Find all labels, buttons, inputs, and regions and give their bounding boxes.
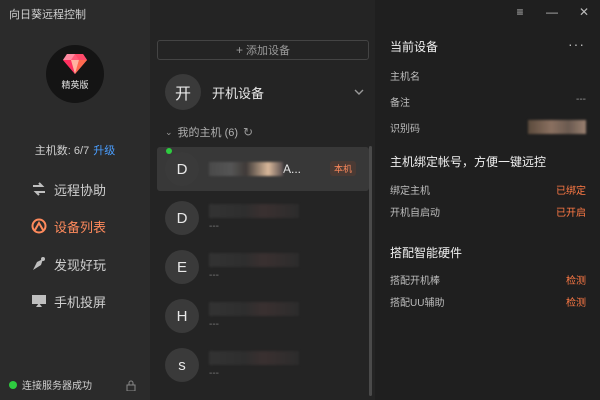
chevron-down-icon: ⌄ <box>165 126 173 137</box>
list-item[interactable]: D A... 本机 <box>157 147 369 191</box>
lock-icon[interactable] <box>126 380 136 391</box>
note-row[interactable]: 备注 --- <box>390 94 586 109</box>
app-title: 向日葵远程控制 <box>9 9 86 21</box>
uu-assist-row[interactable]: 搭配UU辅助 检测 <box>390 294 586 309</box>
group-avatar: 开 <box>165 74 201 110</box>
nav-discover[interactable]: 发现好玩 <box>30 253 106 275</box>
remote-assist-icon <box>30 180 48 198</box>
upgrade-link[interactable]: 升级 <box>93 145 115 157</box>
device-list-icon <box>30 217 48 235</box>
list-item[interactable]: H --- <box>157 294 369 338</box>
group-power-on-devices[interactable]: 开 开机设备 <box>165 74 365 110</box>
bind-section-title: 主机绑定帐号，方便一键远控 <box>390 155 547 169</box>
nav-device-list[interactable]: 设备列表 <box>30 215 106 237</box>
uu-assist-check[interactable]: 检测 <box>566 294 586 309</box>
device-name <box>209 301 299 317</box>
redacted-name <box>209 302 299 316</box>
boot-stick-row[interactable]: 搭配开机棒 检测 <box>390 272 586 287</box>
window-controls: ≡ — ✕ <box>504 0 600 24</box>
device-avatar: E <box>165 250 199 284</box>
plus-icon: + <box>235 43 243 57</box>
edition-label: 精英版 <box>61 80 89 90</box>
list-item[interactable]: E --- <box>157 245 369 289</box>
status-online-dot <box>9 380 17 389</box>
autostart-status[interactable]: 已开启 <box>556 204 586 219</box>
close-icon[interactable]: ✕ <box>568 0 600 24</box>
nav-screen-cast[interactable]: 手机投屏 <box>30 290 106 312</box>
minimize-icon[interactable]: — <box>536 0 568 24</box>
chevron-down-icon[interactable] <box>353 86 365 98</box>
device-note: --- <box>209 368 219 379</box>
device-avatar: D <box>165 201 199 235</box>
device-avatar: s <box>165 348 199 382</box>
add-device-button[interactable]: + 添加设备 <box>157 40 369 60</box>
bind-host-row[interactable]: 绑定主机 已绑定 <box>390 182 586 197</box>
device-note: --- <box>209 221 219 232</box>
sidebar: 向日葵远程控制 精英版 主机数: 6/7 升级 远程协助 设备列表 发现好玩 手… <box>0 0 150 400</box>
screen-cast-icon <box>30 292 48 310</box>
note-value: --- <box>576 94 586 105</box>
device-list-panel: + 添加设备 开 开机设备 ⌄ 我的主机 (6) ↻ D A... 本机 D -… <box>150 0 375 400</box>
list-item[interactable]: D --- <box>157 196 369 240</box>
device-note: --- <box>209 319 219 330</box>
redacted-name <box>209 351 299 365</box>
device-avatar: D <box>165 152 199 186</box>
menu-icon[interactable]: ≡ <box>504 0 536 24</box>
device-name <box>209 350 299 366</box>
diamond-icon <box>63 54 87 74</box>
redacted-name <box>209 204 299 218</box>
scrollbar[interactable] <box>369 146 372 396</box>
redacted-name <box>209 162 283 176</box>
redacted-id <box>528 120 586 134</box>
device-avatar: H <box>165 299 199 333</box>
device-detail-panel: ≡ — ✕ 当前设备 ··· 主机名 备注 --- 识别码 主机绑定帐号，方便一… <box>375 0 600 400</box>
autostart-row[interactable]: 开机自启动 已开启 <box>390 204 586 219</box>
this-pc-badge: 本机 <box>330 161 357 176</box>
id-row: 识别码 <box>390 120 586 135</box>
list-item[interactable]: s --- <box>157 343 369 387</box>
subgroup-my-hosts[interactable]: ⌄ 我的主机 (6) ↻ <box>165 124 253 140</box>
group-title: 开机设备 <box>212 85 265 101</box>
discover-icon <box>30 255 48 273</box>
device-name: A... <box>209 161 301 177</box>
connection-status: 连接服务器成功 <box>9 377 92 392</box>
online-indicator <box>166 148 172 154</box>
hostname-row: 主机名 <box>390 72 420 83</box>
device-name <box>209 203 299 219</box>
host-count: 主机数: 6/7 升级 <box>34 145 116 157</box>
refresh-icon[interactable]: ↻ <box>243 125 253 139</box>
boot-stick-check[interactable]: 检测 <box>566 272 586 287</box>
device-note: --- <box>209 270 219 281</box>
device-name <box>209 252 299 268</box>
current-device-title: 当前设备 <box>390 40 439 54</box>
avatar[interactable]: 精英版 <box>46 45 104 103</box>
more-icon[interactable]: ··· <box>568 36 585 52</box>
bind-host-status[interactable]: 已绑定 <box>556 182 586 197</box>
hardware-section-title: 搭配智能硬件 <box>390 246 463 260</box>
nav-remote-assist[interactable]: 远程协助 <box>30 178 106 200</box>
redacted-name <box>209 253 299 267</box>
